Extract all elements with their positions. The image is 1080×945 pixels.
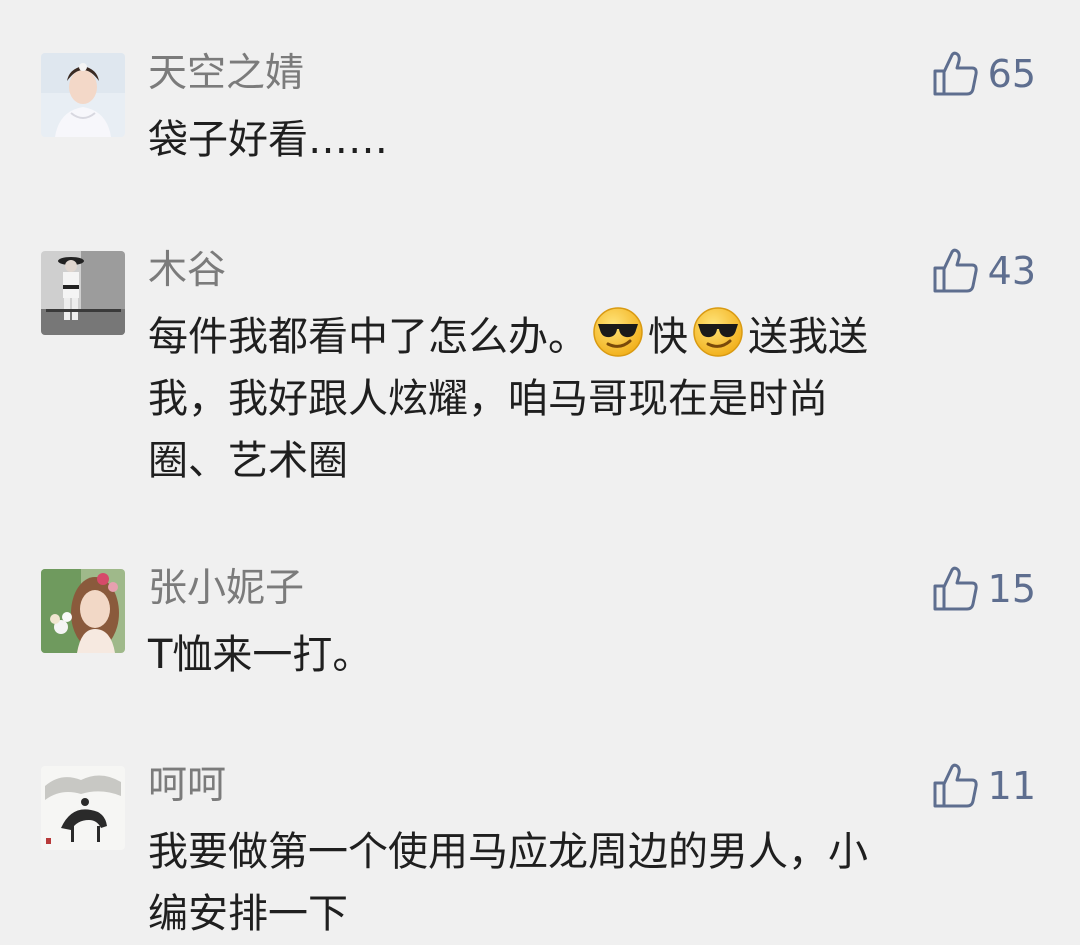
comment-username[interactable]: 呵呵 xyxy=(148,763,226,809)
thumbs-up-icon[interactable] xyxy=(932,248,980,294)
comment-content: 每件我都看中了怎么办。 快 送我送 我，我好跟人炫耀，咱马哥现在是时尚 圈、艺术圈 xyxy=(148,306,1028,492)
like-count: 15 xyxy=(987,567,1036,611)
comment-line: 袋子好看…… xyxy=(148,117,388,163)
thumbs-up-icon[interactable] xyxy=(932,566,980,612)
comment-text: 送我送 xyxy=(748,314,868,360)
avatar-woman-white-dress-icon xyxy=(41,53,125,137)
like-button[interactable]: 11 xyxy=(932,763,1036,809)
like-button[interactable]: 65 xyxy=(932,51,1036,97)
like-count: 43 xyxy=(987,249,1036,293)
like-button[interactable]: 43 xyxy=(932,248,1036,294)
comment-username[interactable]: 木谷 xyxy=(148,248,226,294)
comment-text: 快 xyxy=(648,314,688,360)
avatar[interactable] xyxy=(41,569,125,653)
cool-sunglasses-emoji-icon xyxy=(592,306,644,358)
avatar-man-black-white-icon xyxy=(41,251,125,335)
comment-line: 我要做第一个使用马应龙周边的男人，小 xyxy=(148,829,868,875)
comment-line: 编安排一下 xyxy=(148,891,348,937)
avatar[interactable] xyxy=(41,53,125,137)
comment-line: 圈、艺术圈 xyxy=(148,438,348,484)
like-count: 65 xyxy=(987,52,1036,96)
cool-sunglasses-emoji-icon xyxy=(692,306,744,358)
comment-line: T恤来一打。 xyxy=(148,632,373,678)
comment-content: 袋子好看…… xyxy=(148,109,1028,171)
comment-username[interactable]: 天空之婧 xyxy=(148,51,304,97)
comment-username[interactable]: 张小妮子 xyxy=(148,566,304,612)
thumbs-up-icon[interactable] xyxy=(932,763,980,809)
comment-text: 每件我都看中了怎么办。 xyxy=(148,314,588,360)
comment-line: 每件我都看中了怎么办。 快 送我送 xyxy=(148,306,1028,368)
comment-content: T恤来一打。 xyxy=(148,624,1028,686)
comment-line: 我，我好跟人炫耀，咱马哥现在是时尚 xyxy=(148,376,828,422)
comment-content: 我要做第一个使用马应龙周边的男人，小 编安排一下 xyxy=(148,821,1028,945)
like-count: 11 xyxy=(987,764,1036,808)
avatar[interactable] xyxy=(41,766,125,850)
avatar-ink-horse-painting-icon xyxy=(41,766,125,850)
thumbs-up-icon[interactable] xyxy=(932,51,980,97)
avatar[interactable] xyxy=(41,251,125,335)
avatar-woman-flowers-icon xyxy=(41,569,125,653)
like-button[interactable]: 15 xyxy=(932,566,1036,612)
